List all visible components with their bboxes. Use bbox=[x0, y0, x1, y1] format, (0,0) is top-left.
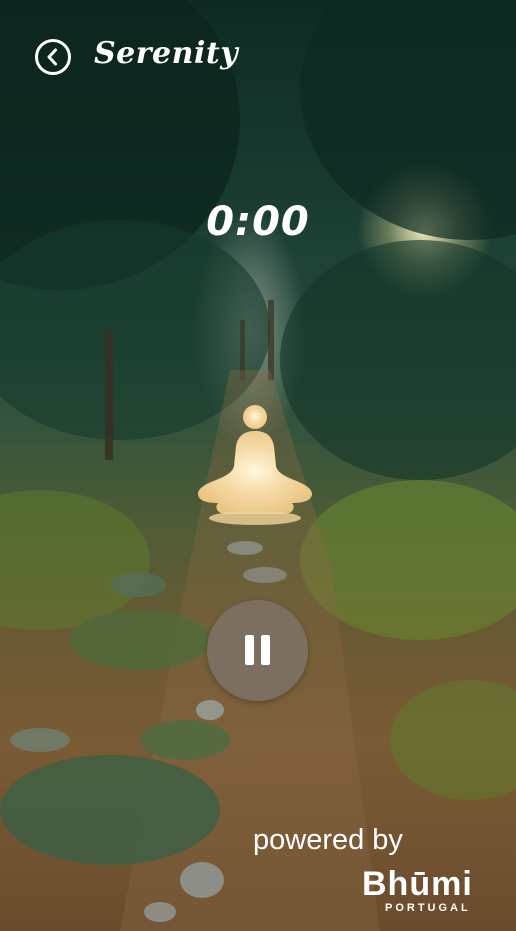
meditation-person-icon bbox=[196, 400, 314, 525]
back-button[interactable] bbox=[34, 38, 72, 76]
brand-subtitle: PORTUGAL bbox=[385, 902, 471, 914]
pause-button[interactable] bbox=[207, 600, 308, 701]
bhumi-logo: Bhūmi PORTUGAL bbox=[362, 866, 494, 914]
chevron-left-circle-icon bbox=[35, 39, 71, 75]
powered-by-label: powered by bbox=[253, 824, 403, 856]
brand-name: Bhūmi bbox=[362, 865, 473, 903]
session-timer: 0:00 bbox=[206, 199, 310, 245]
page-title: Serenity bbox=[94, 36, 239, 71]
